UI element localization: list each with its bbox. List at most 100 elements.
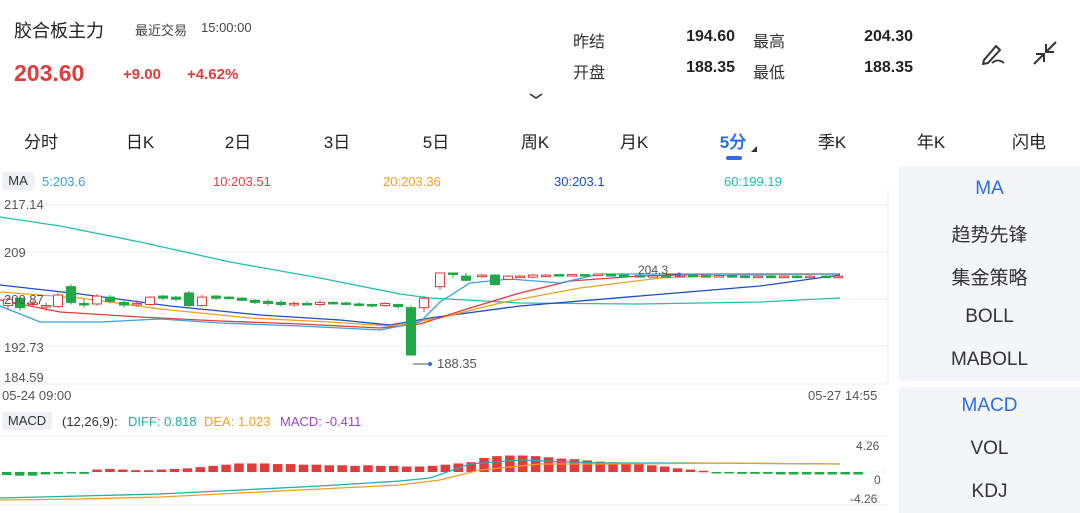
candle-down [158, 295, 168, 299]
macd-diff-line [0, 459, 841, 499]
candle-down [490, 274, 500, 286]
candle-up [753, 275, 763, 279]
macd-params: (12,26,9): [62, 414, 118, 429]
macd-bar-positive [389, 465, 399, 472]
candle-up [435, 272, 445, 288]
ma60-line [0, 216, 841, 305]
candle-down [406, 307, 416, 356]
macd-bar-positive [156, 469, 167, 472]
pen-draw-icon[interactable] [978, 38, 1008, 68]
candle-up [477, 274, 487, 278]
candle-up [419, 297, 429, 309]
candle-down [393, 304, 403, 308]
macd-bar-positive [143, 470, 154, 472]
macd-indicator-badge[interactable]: MACD [2, 412, 52, 430]
tab-flash[interactable]: 闪电 [1012, 128, 1046, 153]
macd-bar-negative [40, 472, 51, 475]
price-axis-bottom: 184.59 [4, 370, 44, 385]
indicator-boll[interactable]: BOLL [899, 306, 1080, 328]
candle-down [821, 275, 831, 279]
macd-bar-positive [208, 465, 218, 472]
candle-down [302, 302, 312, 306]
macd-bar-negative [79, 472, 89, 474]
candle-up [567, 274, 577, 277]
candle-down [211, 295, 221, 299]
tab-yearly-k[interactable]: 年K [917, 128, 945, 153]
candle-down [237, 297, 247, 301]
macd-bar-negative [801, 472, 812, 475]
candle-down [766, 275, 776, 279]
macd-bar-positive [324, 465, 334, 472]
macd-bar-positive [569, 459, 580, 472]
macd-bar-positive [221, 464, 231, 472]
candle-down [367, 304, 377, 307]
macd-bar-positive [118, 469, 128, 472]
candle-down [727, 275, 737, 278]
macd-bar-negative [2, 472, 12, 476]
macd-bar-positive [195, 467, 205, 472]
macd-axis-top: 4.26 [856, 439, 880, 453]
price-axis-upper: 209 [4, 245, 26, 260]
indicator-kdj[interactable]: KDJ [899, 481, 1080, 503]
high-marker-label: 204.3 [638, 263, 669, 277]
candle-up [132, 302, 142, 306]
indicator-macd[interactable]: MACD [899, 395, 1080, 417]
ma-lines [0, 216, 841, 331]
macd-bar-negative [763, 472, 773, 474]
macd-bar-positive [685, 469, 696, 472]
macd-bar-positive [311, 464, 322, 472]
candle-down [792, 275, 802, 279]
indicator-vol[interactable]: VOL [899, 438, 1080, 460]
candle-up [92, 295, 102, 305]
macd-bar-negative [853, 472, 863, 475]
candle-down [184, 292, 194, 307]
macd-bar-negative [53, 472, 64, 474]
indicator-side-panel [899, 166, 1080, 513]
indicator-maboll[interactable]: MABOLL [899, 349, 1080, 371]
price-axis-lower: 192.73 [4, 340, 44, 355]
candle-down [66, 286, 76, 303]
indicator-fund-strategy[interactable]: 集金策略 [899, 263, 1080, 290]
price-axis-mid: 200.87 [4, 292, 44, 307]
candle-down [341, 302, 351, 305]
macd-axis-zero: 0 [874, 473, 881, 487]
candle-up [714, 275, 724, 278]
candle-up [289, 302, 299, 306]
side-panel-divider [899, 381, 1080, 387]
candle-up [315, 301, 325, 306]
low-marker-dot [428, 362, 432, 366]
candle-down [105, 296, 115, 302]
macd-histogram [2, 455, 863, 476]
macd-bar-positive [401, 466, 412, 472]
time-axis-start: 05-24 09:00 [2, 388, 72, 403]
macd-bar-positive [427, 465, 438, 472]
macd-bar-positive [505, 455, 515, 472]
macd-bar-positive [414, 466, 425, 472]
candle-down [701, 275, 711, 278]
macd-bar-positive [350, 465, 360, 472]
collapse-arrows-icon[interactable] [1030, 38, 1060, 68]
candle-up [779, 275, 789, 279]
macd-bar-negative [788, 472, 799, 475]
candle-up [541, 274, 551, 278]
candle-down [448, 272, 458, 275]
macd-bar-positive [234, 463, 244, 472]
macd-dea: DEA: 1.023 [204, 414, 271, 429]
indicator-trend-pioneer[interactable]: 趋势先锋 [899, 220, 1080, 247]
candle-down [79, 302, 89, 306]
macd-bar-positive [92, 469, 102, 472]
macd-bar-positive [337, 465, 347, 472]
macd-bar-positive [298, 464, 309, 472]
macd-lines [0, 459, 841, 501]
candle-down [250, 299, 260, 303]
indicator-ma[interactable]: MA [899, 178, 1080, 200]
candle-down [328, 301, 338, 305]
macd-bar-positive [182, 468, 193, 472]
macd-bar-positive [698, 470, 709, 473]
macd-bar-positive [363, 465, 373, 472]
macd-bar-positive [105, 468, 115, 472]
candle-down [276, 301, 286, 306]
macd-bar-positive [285, 464, 296, 472]
kline-chart[interactable] [0, 0, 899, 513]
candle-up [528, 274, 538, 278]
